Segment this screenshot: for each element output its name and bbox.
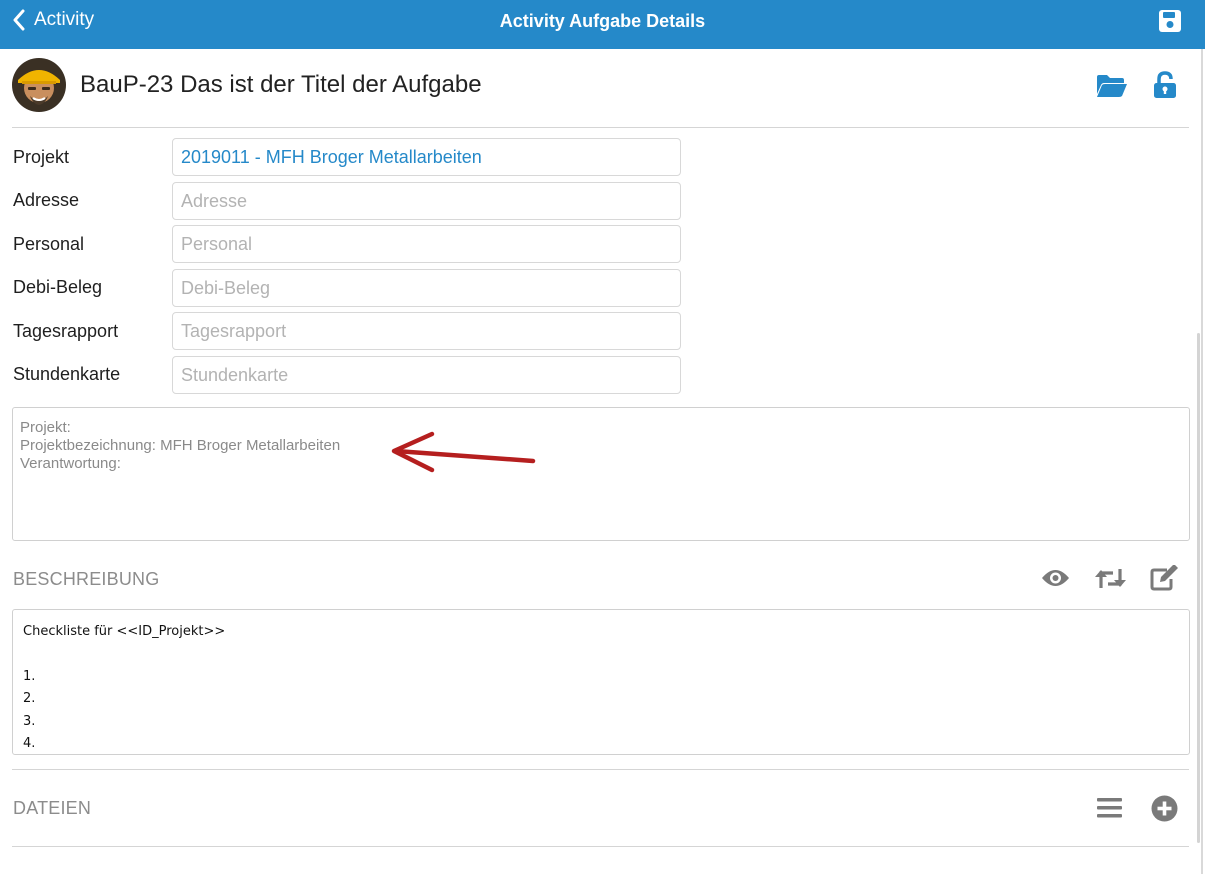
divider	[12, 846, 1189, 847]
list-icon[interactable]	[1097, 797, 1122, 819]
back-button[interactable]: Activity	[12, 9, 94, 31]
label-tagesrapport: Tagesrapport	[13, 321, 119, 341]
floppy-disk-icon[interactable]	[1158, 9, 1182, 33]
folder-open-icon[interactable]	[1096, 74, 1128, 98]
projekt-field[interactable]	[172, 138, 681, 176]
label-personal: Personal	[13, 234, 85, 254]
info-line-projekt: Projekt:	[20, 419, 71, 436]
edit-icon[interactable]	[1150, 565, 1180, 591]
label-debi-beleg: Debi-Beleg	[13, 277, 103, 297]
description-editor[interactable]: Checkliste für <<ID_Projekt>> 1. 2. 3. 4…	[12, 609, 1190, 755]
task-header: BauP-23 Das ist der Titel der Aufgabe	[0, 49, 1200, 127]
info-line-projektbezeichnung: Projektbezeichnung: MFH Broger Metallarb…	[20, 437, 341, 454]
task-title: BauP-23 Das ist der Titel der Aufgabe	[80, 71, 482, 98]
eye-icon[interactable]	[1041, 568, 1070, 588]
adresse-field[interactable]	[172, 182, 681, 220]
description-heading: Checkliste für <<ID_Projekt>>	[23, 624, 226, 639]
label-stundenkarte: Stundenkarte	[13, 364, 121, 384]
scrollbar[interactable]	[1197, 333, 1200, 843]
section-dateien: DATEIEN	[13, 798, 92, 818]
personal-field[interactable]	[172, 225, 681, 263]
unlock-icon[interactable]	[1153, 71, 1177, 99]
red-arrow-icon	[391, 431, 536, 473]
info-line-verantwortung: Verantwortung:	[20, 455, 121, 472]
checklist-item: 1.	[23, 668, 36, 684]
window-edge	[1201, 49, 1203, 874]
label-adresse: Adresse	[13, 190, 80, 210]
checklist-item: 2.	[23, 691, 36, 706]
description-blank-line	[23, 644, 1179, 666]
tagesrapport-field[interactable]	[172, 312, 681, 350]
project-info-box[interactable]: Projekt: Projektbezeichnung: MFH Broger …	[12, 407, 1190, 541]
debi-beleg-field[interactable]	[172, 269, 681, 307]
retweet-icon[interactable]	[1095, 568, 1126, 589]
page-title: Activity Aufgabe Details	[499, 11, 706, 31]
nav-bar: Activity Activity Aufgabe Details	[0, 0, 1205, 49]
avatar	[12, 58, 66, 112]
plus-circle-icon[interactable]	[1151, 795, 1178, 822]
checklist-item: 4.	[23, 736, 36, 751]
section-beschreibung: BESCHREIBUNG	[13, 569, 160, 589]
divider	[12, 127, 1189, 128]
chevron-left-icon	[13, 9, 25, 31]
divider	[12, 769, 1189, 770]
back-label: Activity	[34, 9, 95, 30]
checklist-item: 3.	[23, 713, 36, 729]
stundenkarte-field[interactable]	[172, 356, 681, 394]
label-projekt: Projekt	[13, 147, 70, 167]
